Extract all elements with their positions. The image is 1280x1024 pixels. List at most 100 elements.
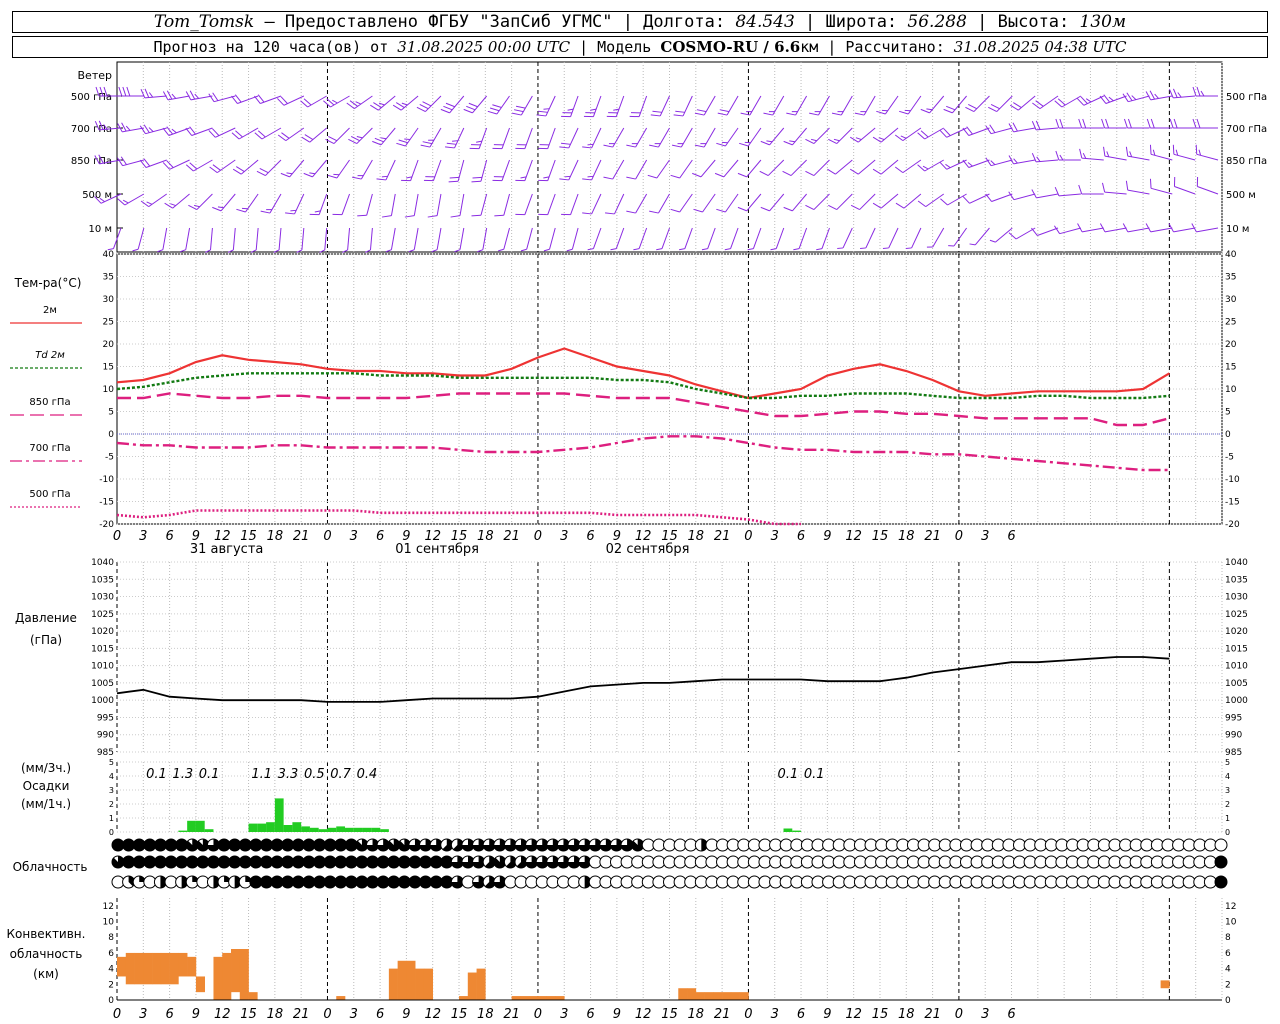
wind-barb-staff [524, 159, 533, 181]
wind-barb [671, 127, 693, 148]
wind-barb-staff [366, 193, 373, 216]
cloud-fill [1215, 876, 1227, 888]
temperature-legend-label: 850 гПа [29, 397, 70, 408]
wind-barb [649, 193, 670, 214]
wind-barb-staff [1104, 227, 1127, 233]
wind-barb [793, 227, 808, 251]
wind-barb-staff [1197, 186, 1219, 195]
wind-barb-flag [408, 249, 415, 253]
time-axis-label-top: 3 [560, 529, 568, 544]
wind-barb [1008, 227, 1036, 240]
wind-barb-flag [989, 239, 996, 243]
wind-barb-flag [849, 168, 859, 175]
wind-barb [566, 227, 579, 252]
wind-barb [445, 127, 465, 149]
time-axis-label-top: 15 [872, 529, 889, 544]
wind-level-label-left: 10 м [89, 224, 112, 235]
wind-barb [1145, 90, 1173, 101]
wind-barb [205, 227, 213, 253]
wind-barb-flag [376, 178, 387, 181]
wind-barb-flag [171, 128, 177, 134]
cloud-symbol [1214, 838, 1228, 852]
wind-barb-staff [885, 95, 899, 115]
wind-barb [805, 193, 830, 211]
wind-barb-staff [472, 95, 488, 114]
wind-barb [1009, 95, 1036, 111]
wind-barb-staff [702, 193, 716, 213]
wind-barb [1031, 227, 1059, 236]
wind-barb [694, 127, 716, 148]
wind-barb-staff [289, 159, 305, 178]
wind-barb [157, 227, 168, 253]
wind-barb-flag [281, 132, 290, 139]
wind-barb [1192, 86, 1218, 97]
wind-barb [701, 227, 716, 251]
wind-barb-flag [793, 248, 800, 251]
wind-barb-flag [259, 168, 269, 174]
wind-barb-staff [547, 127, 556, 149]
wind-barb [1078, 184, 1104, 195]
pressure-tick-left: 1015 [91, 644, 114, 654]
time-axis-label-bottom: 3 [981, 1007, 989, 1022]
precip-bar [204, 829, 214, 832]
wind-barb-flag [716, 142, 726, 147]
convective-bar [195, 976, 205, 993]
wind-barb [831, 95, 853, 116]
wind-barb [694, 95, 716, 116]
wind-barb-flag [120, 156, 127, 165]
wind-barb [917, 159, 945, 172]
wind-barb [849, 127, 876, 143]
wind-barb-staff [659, 95, 670, 117]
precip-3h-label: 1.3 [172, 767, 193, 782]
wind-barb-staff [1081, 157, 1104, 161]
wind-barb-flag [209, 166, 218, 174]
wind-barb [515, 127, 533, 150]
wind-barb [1031, 189, 1059, 199]
precip-tick-left: 3 [109, 786, 114, 795]
wind-barb-flag [692, 172, 702, 178]
wind-barb-flag [805, 204, 815, 211]
time-axis-label-bottom: 12 [424, 1007, 441, 1022]
wind-barb-staff [752, 227, 762, 249]
wind-barb-flag [422, 141, 433, 145]
wind-barb-flag [157, 249, 164, 253]
precip-3h-label: 0.1 [804, 767, 825, 782]
pressure-tick-left: 1035 [91, 575, 114, 585]
wind-barb [716, 193, 739, 213]
precip-bar [301, 826, 310, 832]
time-axis-label-bottom: 21 [503, 1007, 520, 1022]
wind-barb-flag [346, 102, 355, 110]
convective-bar [152, 952, 162, 985]
temperature-legend-label: Td 2м [35, 350, 65, 361]
convective-bar [704, 992, 714, 1000]
time-axis-label-bottom: 6 [586, 1007, 594, 1022]
wind-barb-staff [880, 193, 899, 209]
precip-bar [257, 823, 267, 832]
wind-barb-staff [145, 159, 167, 168]
pressure-tick-right: 1020 [1225, 627, 1248, 637]
wind-barb-flag [679, 248, 685, 251]
wind-barb-staff [1059, 227, 1082, 235]
wind-barb-flag [1008, 155, 1014, 165]
wind-barb [139, 124, 167, 135]
wind-barb-flag [737, 172, 747, 178]
time-axis-label-bottom: 6 [376, 1007, 384, 1022]
convective-bar [511, 996, 521, 1000]
convective-bar [476, 968, 486, 1000]
wind-barb-flag [850, 204, 860, 211]
wind-barb-flag [139, 125, 146, 134]
wind-barb-staff [703, 95, 716, 116]
wind-barb-staff [725, 127, 739, 147]
wind-barb [427, 193, 442, 218]
wind-barb [309, 193, 328, 216]
wind-barb [1008, 122, 1036, 133]
wind-barb-flag [166, 126, 174, 135]
wind-barb-flag [810, 138, 817, 142]
wind-barb-flag [878, 137, 885, 141]
time-axis-label-bottom: 6 [1007, 1007, 1015, 1022]
wind-barb [332, 193, 351, 216]
wind-barb [231, 94, 259, 104]
wind-barb-flag [189, 126, 196, 135]
pressure-tick-right: 985 [1225, 748, 1242, 758]
wind-barb-flag [854, 112, 865, 116]
